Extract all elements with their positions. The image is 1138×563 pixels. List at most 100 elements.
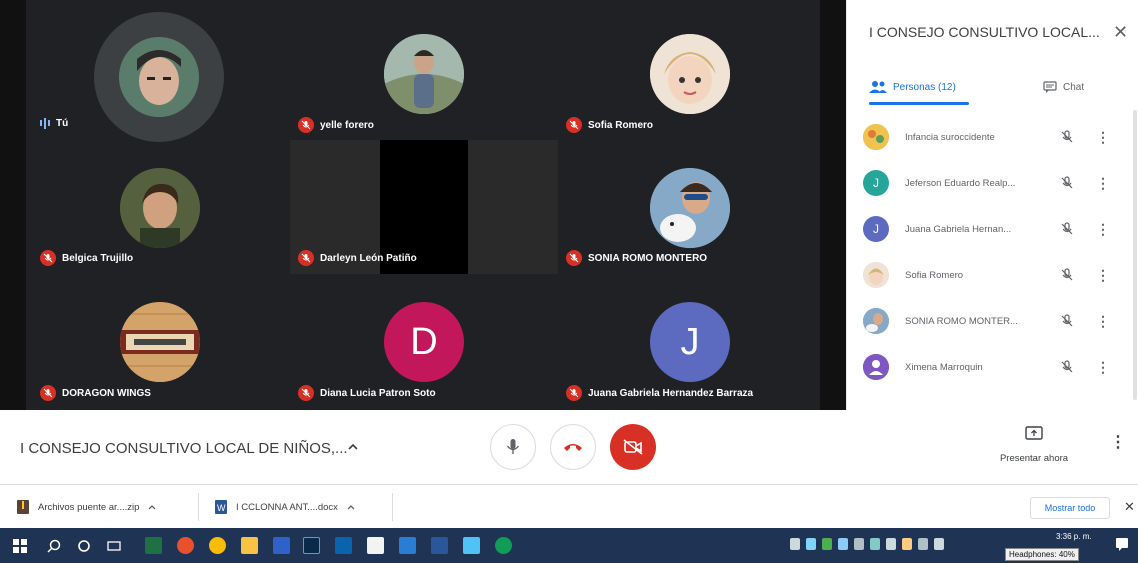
file-explorer-icon[interactable] [240,536,259,555]
svg-text:W: W [217,503,226,513]
tile-label: Tú [56,117,69,129]
avatar [650,168,730,248]
mic-off-icon[interactable] [1057,130,1077,144]
avatar: D [384,302,464,382]
mic-off-icon [566,117,582,133]
avatar [863,308,889,334]
word-app-icon[interactable] [430,536,449,555]
chevron-up-icon[interactable] [346,440,360,454]
mic-off-icon [298,250,314,266]
mic-off-icon[interactable] [1057,360,1077,374]
more-vert-icon[interactable]: ⋮ [1096,267,1110,284]
present-label: Presentar ahora [999,453,1069,464]
outlook-app-icon[interactable] [334,536,353,555]
participant-name: Jeferson Eduardo Realp... [905,177,1016,189]
download-item[interactable]: Archivos puente ar....zip [16,495,157,519]
tile-name: Belgica Trujillo [40,250,133,266]
clock[interactable]: 3:36 p. m. [1056,532,1092,541]
more-vert-icon[interactable]: ⋮ [1096,175,1110,192]
tile-name: Darleyn León Patiño [298,250,417,266]
tile-name: Sofia Romero [566,117,653,133]
participant-name: Sofia Romero [905,269,964,281]
mail-app-icon[interactable] [398,536,417,555]
avatar [120,168,200,248]
participant-row[interactable]: Sofia Romero ⋮ [863,260,1123,290]
meeting-controls-bar: I CONSEJO CONSULTIVO LOCAL DE NIÑOS,... … [0,410,1138,484]
avatar [863,262,889,288]
avatar-initial: J [873,222,879,236]
avatar-initial: J [680,320,700,363]
avatar-initial: D [410,320,438,363]
tab-chat[interactable]: Chat [1043,70,1084,104]
avatar [384,34,464,114]
avatar [863,124,889,150]
mic-off-icon [40,385,56,401]
close-icon[interactable]: ✕ [1124,499,1135,515]
meeting-title[interactable]: I CONSEJO CONSULTIVO LOCAL DE NIÑOS,... [20,440,348,457]
present-now-button[interactable]: Presentar ahora [986,426,1082,464]
photoshop-app-icon[interactable] [302,536,321,555]
tile-label: Juana Gabriela Hernandez Barraza [588,387,754,399]
system-tray[interactable] [790,538,944,550]
store-app-icon[interactable] [366,536,385,555]
tile-name: DORAGON WINGS [40,385,151,401]
excel-app-icon[interactable] [144,536,163,555]
hangup-icon [564,444,582,451]
avatar [119,37,199,117]
participant-name: Infancia suroccidente [905,131,995,143]
chat-icon [1043,81,1057,93]
divider [198,493,199,521]
tile-name: Diana Lucia Patron Soto [298,385,436,401]
present-icon [1025,426,1043,440]
video-grid: Tú yelle forero Sofia Romero Belgica Tru… [0,0,846,410]
notification-icon[interactable] [1114,536,1130,552]
hangup-button[interactable] [550,424,596,470]
more-vert-icon[interactable]: ⋮ [1096,359,1110,376]
chrome-app-icon[interactable] [208,536,227,555]
download-item[interactable]: W I CCLONNA ANT....docx [214,495,356,519]
participant-name: SONIA ROMO MONTER... [905,315,1018,327]
tile-label: SONIA ROMO MONTERO [588,252,708,264]
avatar [650,34,730,114]
more-vert-icon[interactable]: ⋮ [1096,221,1110,238]
chevron-up-icon[interactable] [147,502,157,512]
mic-off-icon[interactable] [1057,268,1077,282]
panel-scrollbar[interactable] [1133,110,1137,400]
app-icon[interactable] [272,536,291,555]
mic-off-icon [298,117,314,133]
downloads-bar: Archivos puente ar....zip W I CCLONNA AN… [0,484,1138,528]
search-icon[interactable] [44,536,63,555]
participant-row[interactable]: Infancia suroccidente ⋮ [863,122,1123,152]
mic-off-icon[interactable] [1057,176,1077,190]
participant-name: Ximena Marroquin [905,361,983,373]
close-icon[interactable]: ✕ [1113,22,1128,43]
mic-off-icon[interactable] [1057,314,1077,328]
photos-app-icon[interactable] [176,536,195,555]
tile-name: yelle forero [298,117,374,133]
avatar: J [863,170,889,196]
participant-row[interactable]: Ximena Marroquin ⋮ [863,352,1123,382]
camera-button[interactable] [610,424,656,470]
participant-row[interactable]: J Juana Gabriela Hernan... ⋮ [863,214,1123,244]
tile-label: yelle forero [320,119,374,131]
avatar [863,354,889,380]
tab-people[interactable]: Personas (12) [869,70,956,104]
show-all-button[interactable]: Mostrar todo [1030,497,1110,519]
taskbar: 3:36 p. m. Headphones: 40% [0,528,1138,563]
app-icon[interactable] [462,536,481,555]
windows-start-icon[interactable] [10,536,29,555]
edge-app-icon[interactable] [494,536,513,555]
participant-row[interactable]: SONIA ROMO MONTER... ⋮ [863,306,1123,336]
tile-label: DORAGON WINGS [62,387,151,399]
mic-button[interactable] [490,424,536,470]
speaking-indicator-icon [40,117,50,129]
more-vert-icon[interactable]: ⋮ [1096,129,1110,146]
task-view-icon[interactable] [104,536,123,555]
tile-name-self: Tú [40,117,68,129]
participant-row[interactable]: J Jeferson Eduardo Realp... ⋮ [863,168,1123,198]
more-vert-icon[interactable]: ⋮ [1096,313,1110,330]
cortana-icon[interactable] [74,536,93,555]
more-vert-icon[interactable]: ⋮ [1110,432,1126,452]
mic-off-icon[interactable] [1057,222,1077,236]
chevron-up-icon[interactable] [346,502,356,512]
